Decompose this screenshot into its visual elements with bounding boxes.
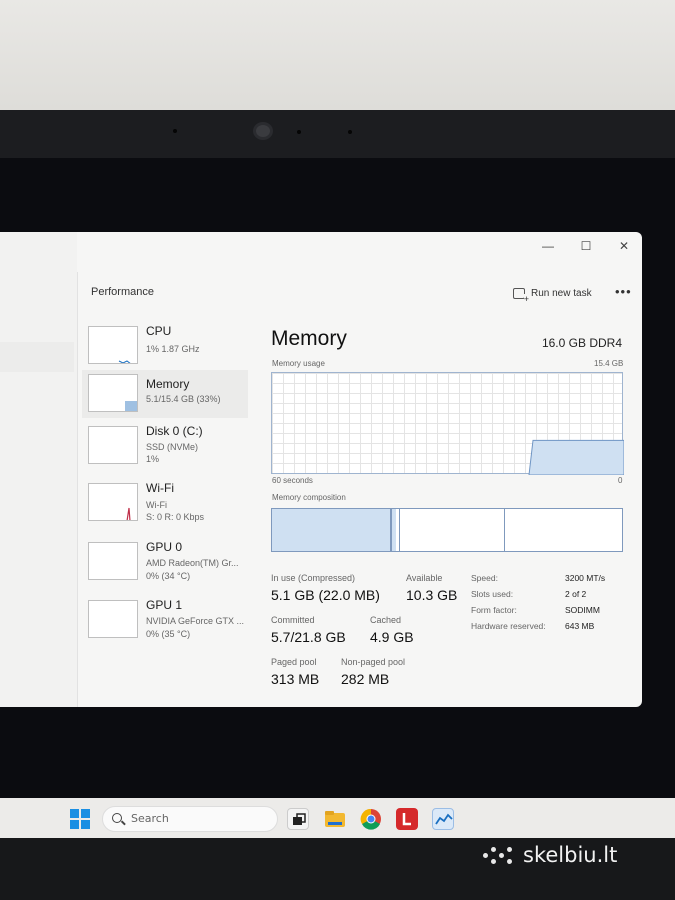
sidebar-item-detail: S: 0 R: 0 Kbps bbox=[146, 512, 205, 522]
available-value: 10.3 GB bbox=[406, 587, 458, 603]
time-zero-label: 0 bbox=[618, 476, 623, 485]
nonpaged-pool-value: 282 MB bbox=[341, 671, 390, 687]
more-options-button[interactable]: ••• bbox=[615, 284, 632, 299]
sidebar-item-detail: 5.1/15.4 GB (33%) bbox=[146, 394, 221, 404]
sidebar-item-label: GPU 1 bbox=[146, 598, 183, 612]
memory-heading: Memory bbox=[271, 327, 347, 350]
app-l-icon[interactable] bbox=[396, 808, 418, 830]
bezel-top bbox=[0, 110, 675, 158]
sidebar-item-gpu1[interactable]: GPU 1 NVIDIA GeForce GTX ... 0% (35 °C) bbox=[86, 596, 248, 644]
watermark-logo-icon bbox=[483, 844, 515, 866]
watermark-text: skelbiu.lt bbox=[523, 843, 618, 867]
sidebar-item-cpu[interactable]: CPU 1% 1.87 GHz bbox=[86, 322, 248, 370]
hardware-reserved-value: 643 MB bbox=[565, 621, 595, 631]
file-explorer-icon[interactable] bbox=[324, 808, 346, 830]
sidebar-item-detail: NVIDIA GeForce GTX ... bbox=[146, 616, 245, 626]
start-button[interactable] bbox=[70, 809, 90, 829]
slots-key: Slots used: bbox=[471, 589, 514, 599]
usage-graph-svg bbox=[528, 439, 624, 475]
cached-value: 4.9 GB bbox=[370, 629, 414, 645]
memory-usage-graph bbox=[271, 372, 624, 475]
sidebar-item-detail: 1% bbox=[146, 454, 160, 464]
available-label: Available bbox=[406, 573, 443, 583]
sidebar-item-detail: Wi-Fi bbox=[146, 500, 167, 510]
webcam-icon bbox=[253, 122, 273, 140]
speed-key: Speed: bbox=[471, 573, 498, 583]
nonpaged-pool-label: Non-paged pool bbox=[341, 657, 406, 667]
windows-logo-icon bbox=[81, 809, 90, 818]
task-manager-window: — ☐ ✕ Performance Run new task ••• CPU 1… bbox=[0, 232, 642, 707]
in-use-value: 5.1 GB (22.0 MB) bbox=[271, 587, 380, 603]
committed-label: Committed bbox=[271, 615, 315, 625]
task-manager-taskbar-icon[interactable] bbox=[432, 808, 454, 830]
slots-value: 2 of 2 bbox=[565, 589, 587, 599]
wifi-thumbnail-graph bbox=[88, 483, 138, 521]
sidebar-item-detail: AMD Radeon(TM) Gr... bbox=[146, 558, 239, 568]
composition-standby bbox=[400, 509, 505, 551]
memory-thumbnail-graph bbox=[88, 374, 138, 412]
nav-rail-highlight bbox=[0, 342, 74, 372]
memory-total: 16.0 GB DDR4 bbox=[541, 336, 622, 350]
hardware-reserved-key: Hardware reserved: bbox=[471, 621, 546, 631]
usage-label: Memory usage bbox=[272, 359, 325, 368]
gpu1-thumbnail-graph bbox=[88, 600, 138, 638]
usage-area bbox=[528, 439, 624, 475]
run-task-label: Run new task bbox=[531, 288, 592, 299]
sidebar-divider bbox=[77, 272, 78, 707]
watermark: skelbiu.lt bbox=[483, 838, 617, 872]
sensor-dot bbox=[297, 130, 301, 134]
windows-logo-icon bbox=[70, 820, 79, 829]
paged-pool-value: 313 MB bbox=[271, 671, 320, 687]
search-icon bbox=[112, 813, 122, 823]
sensor-dot bbox=[173, 129, 177, 133]
sidebar-item-disk[interactable]: Disk 0 (C:) SSD (NVMe) 1% bbox=[86, 422, 248, 470]
sidebar-item-label: GPU 0 bbox=[146, 540, 183, 554]
sidebar-item-label: Wi-Fi bbox=[146, 481, 174, 495]
cached-label: Cached bbox=[370, 615, 402, 625]
paged-pool-label: Paged pool bbox=[271, 657, 317, 667]
sidebar-item-label: CPU bbox=[146, 324, 172, 338]
usage-max-label: 15.4 GB bbox=[594, 359, 624, 368]
run-new-task-button[interactable]: Run new task bbox=[513, 288, 592, 304]
composition-label: Memory composition bbox=[272, 493, 346, 502]
composition-free bbox=[505, 509, 623, 551]
sidebar-item-gpu0[interactable]: GPU 0 AMD Radeon(TM) Gr... 0% (34 °C) bbox=[86, 538, 248, 586]
cpu-thumbnail-graph bbox=[88, 326, 138, 364]
page-title: Performance bbox=[91, 286, 154, 298]
form-factor-key: Form factor: bbox=[471, 605, 517, 615]
background-wall bbox=[0, 0, 675, 118]
close-button[interactable]: ✕ bbox=[614, 236, 634, 256]
gpu0-thumbnail-graph bbox=[88, 542, 138, 580]
in-use-label: In use (Compressed) bbox=[271, 573, 356, 583]
memory-composition-bar bbox=[271, 508, 623, 552]
sensor-dot bbox=[348, 130, 352, 134]
sidebar-item-memory[interactable]: Memory 5.1/15.4 GB (33%) bbox=[82, 370, 248, 418]
taskbar-search[interactable]: Search bbox=[102, 806, 278, 832]
taskbar: Search bbox=[0, 798, 675, 838]
run-task-icon bbox=[513, 288, 529, 304]
form-factor-value: SODIMM bbox=[565, 605, 600, 615]
windows-logo-icon bbox=[81, 820, 90, 829]
speed-value: 3200 MT/s bbox=[565, 573, 606, 583]
sidebar-item-detail: 1% 1.87 GHz bbox=[146, 344, 200, 354]
sidebar-item-wifi[interactable]: Wi-Fi Wi-Fi S: 0 R: 0 Kbps bbox=[86, 479, 248, 527]
windows-logo-icon bbox=[70, 809, 79, 818]
nav-rail bbox=[0, 232, 77, 707]
committed-value: 5.7/21.8 GB bbox=[271, 629, 346, 645]
maximize-button[interactable]: ☐ bbox=[576, 236, 596, 256]
disk-thumbnail-graph bbox=[88, 426, 138, 464]
sidebar-item-detail: 0% (34 °C) bbox=[146, 571, 191, 581]
time-span-label: 60 seconds bbox=[272, 476, 313, 485]
sidebar-item-label: Memory bbox=[146, 377, 190, 391]
sidebar-item-detail: SSD (NVMe) bbox=[146, 442, 199, 452]
sidebar-item-label: Disk 0 (C:) bbox=[146, 424, 203, 438]
chrome-icon[interactable] bbox=[360, 808, 382, 830]
search-placeholder: Search bbox=[131, 812, 169, 825]
composition-in-use bbox=[272, 509, 396, 551]
minimize-button[interactable]: — bbox=[538, 236, 558, 256]
sidebar-item-detail: 0% (35 °C) bbox=[146, 629, 191, 639]
task-view-icon[interactable] bbox=[287, 808, 309, 830]
